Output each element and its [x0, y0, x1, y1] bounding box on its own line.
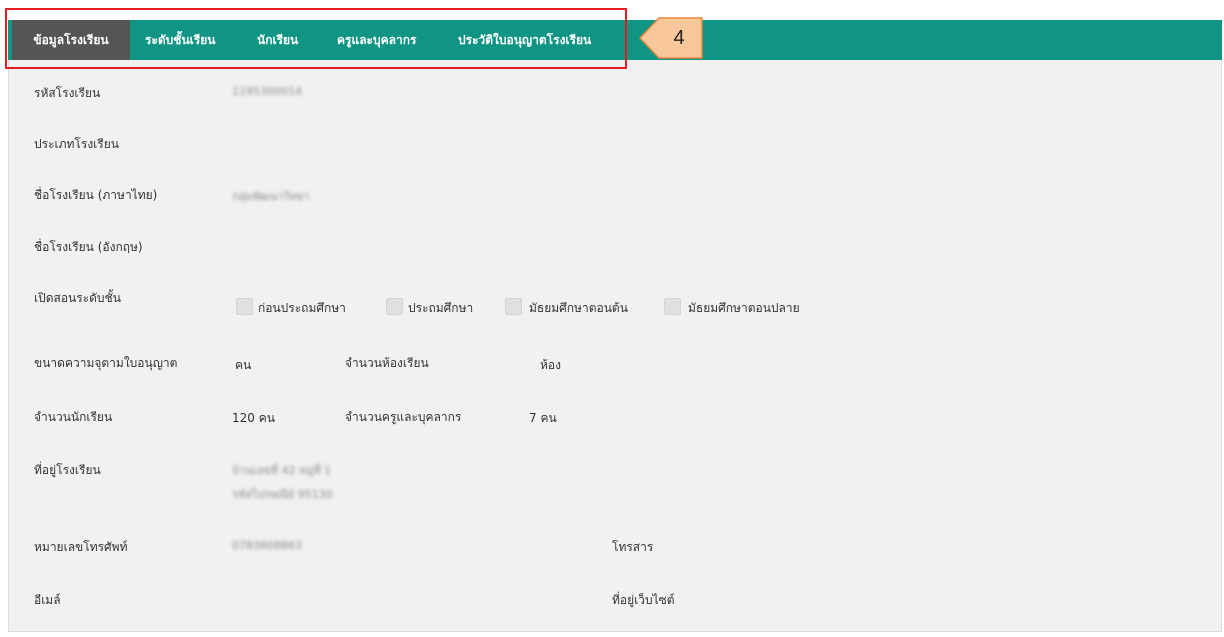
levels-label: เปิดสอนระดับชั้น — [34, 291, 121, 305]
address-label: ที่อยู่โรงเรียน — [34, 463, 101, 477]
callout-number: 4 — [673, 27, 685, 49]
capacity-unit: คน — [235, 358, 252, 372]
school-code-label: รหัสโรงเรียน — [34, 86, 101, 100]
school-info-page: ข้อมูลโรงเรียน ระดับชั้นเรียน นักเรียน ค… — [0, 0, 1224, 637]
students-value: 120 คน — [232, 411, 275, 425]
address-line-1: บ้านเลขที่ 42 หมู่ที่ 1 — [232, 464, 332, 477]
capacity-label: ขนาดความจุตามใบอนุญาต — [34, 356, 178, 370]
fax-label: โทรสาร — [612, 540, 654, 554]
tab-license-history[interactable]: ประวัติใบอนุญาตโรงเรียน — [458, 20, 591, 60]
checkbox-preschool[interactable] — [236, 298, 253, 315]
school-name-en-label: ชื่อโรงเรียน (อังกฤษ) — [34, 240, 143, 254]
school-name-th-value: กลุ่มพัฒนาวิทยา — [232, 190, 310, 203]
tab-school-info[interactable]: ข้อมูลโรงเรียน — [12, 20, 130, 60]
school-type-label: ประเภทโรงเรียน — [34, 137, 119, 151]
option-preschool-label: ก่อนประถมศึกษา — [258, 301, 346, 315]
checkbox-upper-secondary[interactable] — [664, 298, 681, 315]
phone-value: 0783608863 — [232, 539, 302, 552]
tab-students[interactable]: นักเรียน — [257, 20, 298, 60]
step-callout: 4 — [639, 17, 703, 59]
staff-label: จำนวนครูและบุคลากร — [345, 410, 462, 424]
students-label: จำนวนนักเรียน — [34, 410, 113, 424]
address-line-2: รหัสไปรษณีย์ 95130 — [232, 488, 333, 501]
staff-value: 7 คน — [529, 411, 557, 425]
email-label: อีเมล์ — [34, 593, 61, 607]
option-lower-secondary-label: มัธยมศึกษาตอนต้น — [529, 301, 628, 315]
website-label: ที่อยู่เว็บไซต์ — [612, 593, 675, 607]
school-code-value: 1195300014 — [232, 85, 302, 98]
phone-label: หมายเลขโทรศัพท์ — [34, 540, 128, 554]
checkbox-primary[interactable] — [386, 298, 403, 315]
option-upper-secondary-label: มัธยมศึกษาตอนปลาย — [688, 301, 800, 315]
checkbox-lower-secondary[interactable] — [505, 298, 522, 315]
school-name-th-label: ชื่อโรงเรียน (ภาษาไทย) — [34, 188, 158, 202]
tab-teachers-staff[interactable]: ครูและบุคลากร — [337, 20, 416, 60]
rooms-unit: ห้อง — [540, 358, 561, 372]
rooms-label: จำนวนห้องเรียน — [345, 356, 429, 370]
tab-class-levels[interactable]: ระดับชั้นเรียน — [145, 20, 215, 60]
option-primary-label: ประถมศึกษา — [408, 301, 474, 315]
